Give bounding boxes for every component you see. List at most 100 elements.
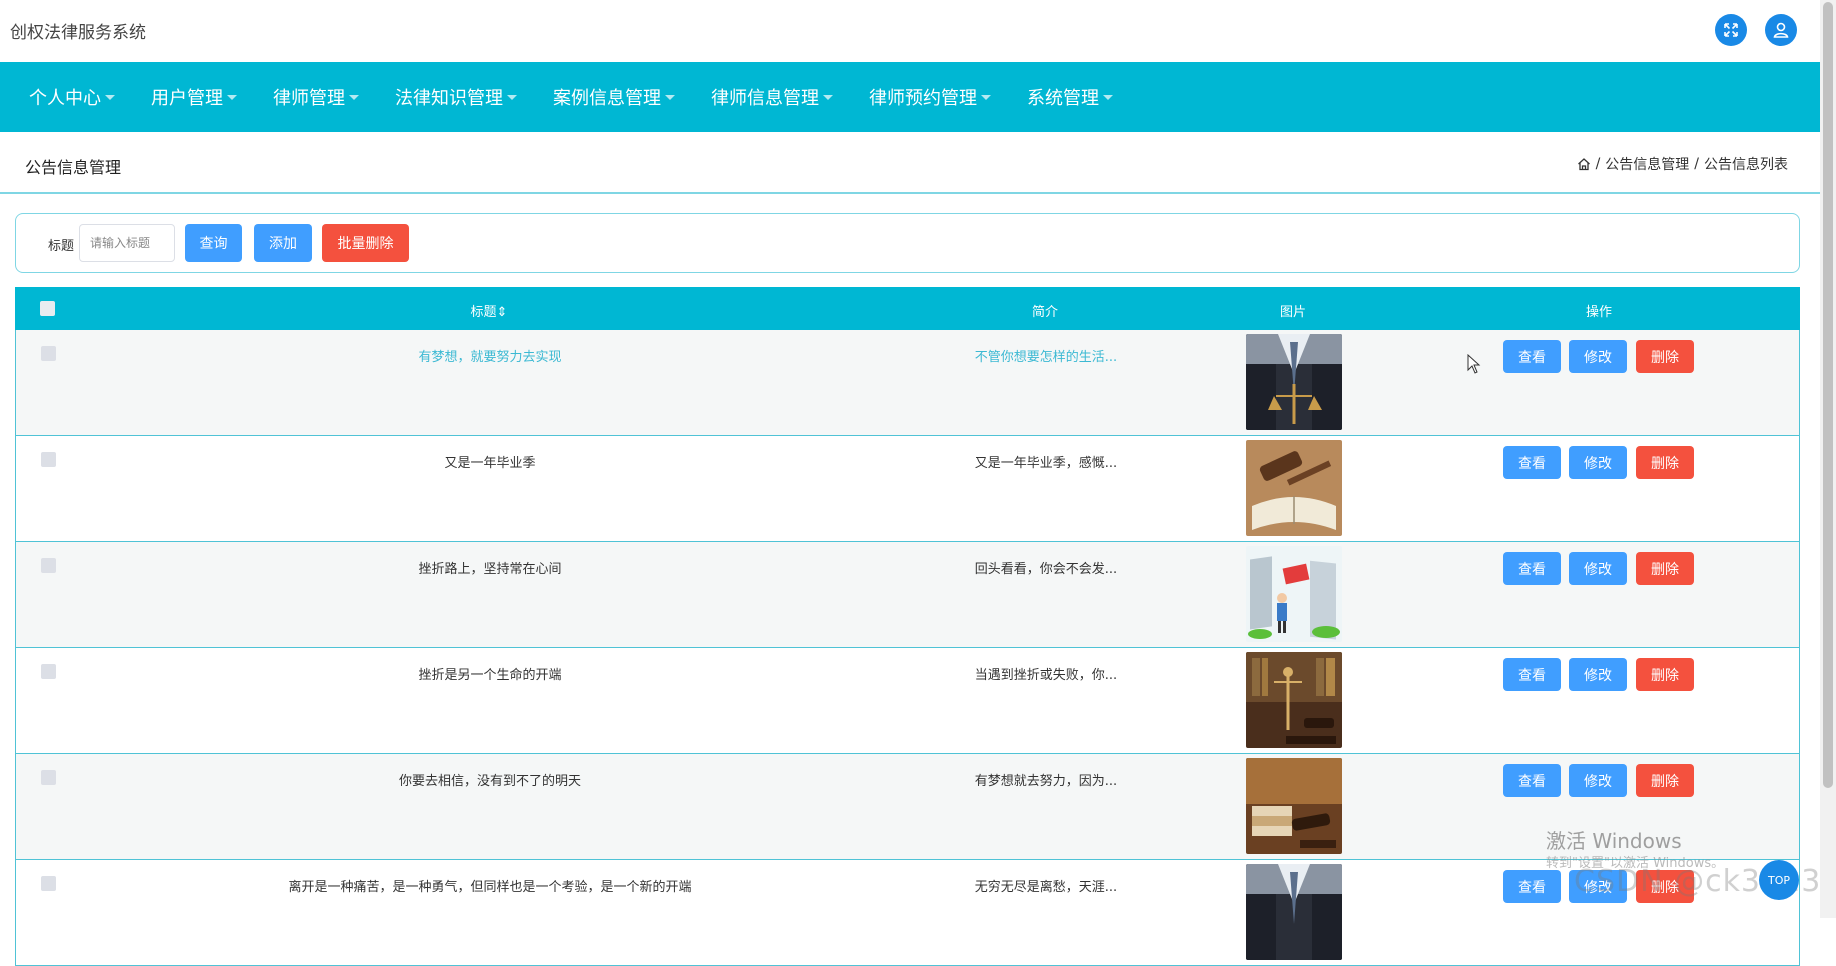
breadcrumb-item-notice-management[interactable]: 公告信息管理 [1605, 154, 1689, 174]
view-button[interactable]: 查看 [1503, 340, 1561, 373]
nav-label: 律师信息管理 [711, 88, 819, 109]
view-button[interactable]: 查看 [1503, 552, 1561, 585]
select-all-checkbox[interactable] [40, 301, 55, 316]
add-button[interactable]: 添加 [254, 224, 312, 262]
row-checkbox[interactable] [41, 558, 56, 573]
caret-down-icon [823, 94, 833, 100]
cartoon-city-image [1246, 546, 1342, 642]
scrollbar-thumb[interactable] [1823, 2, 1833, 788]
row-brief: 又是一年毕业季，感慨... [974, 456, 1118, 471]
nav-item-case-info[interactable]: 案例信息管理 [553, 84, 675, 110]
query-button[interactable]: 查询 [185, 224, 242, 262]
nav-label: 系统管理 [1027, 88, 1099, 109]
edit-button[interactable]: 修改 [1569, 340, 1627, 373]
windows-activation-watermark: 激活 Windows [1546, 829, 1682, 853]
vertical-scrollbar[interactable] [1820, 0, 1836, 918]
breadcrumb-item-notice-list: 公告信息列表 [1704, 157, 1788, 173]
column-header-actions: 操作 [1585, 305, 1613, 320]
nav-label: 律师预约管理 [869, 88, 977, 109]
mouse-cursor-icon [1467, 354, 1481, 374]
search-panel: 标题 查询 添加 批量删除 [15, 213, 1800, 273]
nav-item-user-management[interactable]: 用户管理 [151, 84, 237, 110]
back-to-top-button[interactable]: TOP [1759, 860, 1799, 900]
nav-label: 个人中心 [29, 88, 101, 109]
edit-button[interactable]: 修改 [1569, 764, 1627, 797]
caret-down-icon [981, 94, 991, 100]
caret-down-icon [507, 94, 517, 100]
table-row: 你要去相信，没有到不了的明天 有梦想就去努力，因为... 查看 修改 删除 [15, 754, 1800, 860]
row-checkbox[interactable] [41, 664, 56, 679]
delete-button[interactable]: 删除 [1636, 764, 1694, 797]
nav-item-legal-knowledge[interactable]: 法律知识管理 [395, 84, 517, 110]
nav-item-lawyer-management[interactable]: 律师管理 [273, 84, 359, 110]
edit-button[interactable]: 修改 [1569, 552, 1627, 585]
view-button[interactable]: 查看 [1503, 870, 1561, 903]
app-title: 创权法律服务系统 [10, 23, 146, 43]
page-header: 公告信息管理 / 公告信息管理 / 公告信息列表 [0, 132, 1820, 194]
user-button[interactable] [1765, 14, 1797, 46]
breadcrumb-separator: / [1595, 156, 1601, 172]
delete-button[interactable]: 删除 [1636, 552, 1694, 585]
nav-item-personal-center[interactable]: 个人中心 [29, 84, 115, 110]
page-title: 公告信息管理 [25, 158, 122, 177]
view-button[interactable]: 查看 [1503, 764, 1561, 797]
column-header-image: 图片 [1279, 305, 1307, 320]
row-checkbox[interactable] [41, 452, 56, 467]
edit-button[interactable]: 修改 [1569, 446, 1627, 479]
justice-statue-gavel-image [1246, 652, 1342, 748]
row-title: 有梦想，就要努力去实现 [418, 350, 562, 365]
nav-item-system-management[interactable]: 系统管理 [1027, 84, 1113, 110]
main-nav: 个人中心 用户管理 律师管理 法律知识管理 案例信息管理 律师信息管理 律师预约… [0, 62, 1820, 132]
table-row: 挫折是另一个生命的开端 当遇到挫折或失败，你... 查看 修改 删除 [15, 648, 1800, 754]
view-button[interactable]: 查看 [1503, 658, 1561, 691]
books-gavel-image [1246, 758, 1342, 854]
table-header: 标题⇕ 简介 图片 操作 [15, 287, 1800, 330]
view-button[interactable]: 查看 [1503, 446, 1561, 479]
title-search-input[interactable] [79, 224, 175, 262]
fullscreen-icon [1724, 23, 1738, 37]
table-row: 挫折路上，坚持常在心间 回头看看，你会不会发... 查看 修改 删除 [15, 542, 1800, 648]
row-checkbox[interactable] [41, 346, 56, 361]
row-brief: 当遇到挫折或失败，你... [974, 668, 1118, 683]
row-brief: 无穷无尽是离愁，天涯... [974, 880, 1118, 895]
caret-down-icon [665, 94, 675, 100]
delete-button[interactable]: 删除 [1636, 446, 1694, 479]
home-icon[interactable] [1577, 157, 1591, 171]
nav-item-lawyer-info[interactable]: 律师信息管理 [711, 84, 833, 110]
row-checkbox[interactable] [41, 876, 56, 891]
nav-item-lawyer-appointment[interactable]: 律师预约管理 [869, 84, 991, 110]
fullscreen-button[interactable] [1715, 14, 1747, 46]
nav-label: 用户管理 [151, 88, 223, 109]
edit-button[interactable]: 修改 [1569, 658, 1627, 691]
nav-label: 案例信息管理 [553, 88, 661, 109]
row-title: 你要去相信，没有到不了的明天 [398, 774, 582, 789]
row-brief: 不管你想要怎样的生活... [974, 350, 1118, 365]
breadcrumb-separator: / [1694, 156, 1699, 172]
row-brief: 有梦想就去努力，因为... [974, 774, 1118, 789]
row-checkbox[interactable] [41, 770, 56, 785]
delete-button[interactable]: 删除 [1636, 340, 1694, 373]
gavel-book-image [1246, 440, 1342, 536]
row-title: 挫折是另一个生命的开端 [418, 668, 562, 683]
search-label: 标题 [48, 239, 75, 254]
row-title: 离开是一种痛苦，是一种勇气，但同样也是一个考验，是一个新的开端 [288, 880, 692, 895]
batch-delete-button[interactable]: 批量删除 [322, 224, 409, 262]
delete-button[interactable]: 删除 [1636, 658, 1694, 691]
lawyer-suit-image [1246, 864, 1342, 960]
column-header-title[interactable]: 标题⇕ [471, 301, 508, 320]
nav-label: 律师管理 [273, 88, 345, 109]
table-row: 离开是一种痛苦，是一种勇气，但同样也是一个考验，是一个新的开端 无穷无尽是离愁，… [15, 860, 1800, 966]
caret-down-icon [105, 94, 115, 100]
row-title: 又是一年毕业季 [444, 456, 536, 471]
caret-down-icon [227, 94, 237, 100]
breadcrumb: / 公告信息管理 / 公告信息列表 [1577, 154, 1788, 174]
row-title: 挫折路上，坚持常在心间 [418, 562, 562, 577]
table-row: 又是一年毕业季 又是一年毕业季，感慨... 查看 修改 删除 [15, 436, 1800, 542]
table-row: 有梦想，就要努力去实现 不管你想要怎样的生活... 查看 修改 删除 [15, 330, 1800, 436]
top-bar: 创权法律服务系统 [0, 0, 1820, 62]
caret-down-icon [349, 94, 359, 100]
caret-down-icon [1103, 94, 1113, 100]
column-title-label: 标题 [470, 305, 497, 320]
user-icon [1773, 22, 1789, 38]
notice-table: 标题⇕ 简介 图片 操作 有梦想，就要努力去实现 不管你想要怎样的生活... 查… [15, 287, 1800, 966]
